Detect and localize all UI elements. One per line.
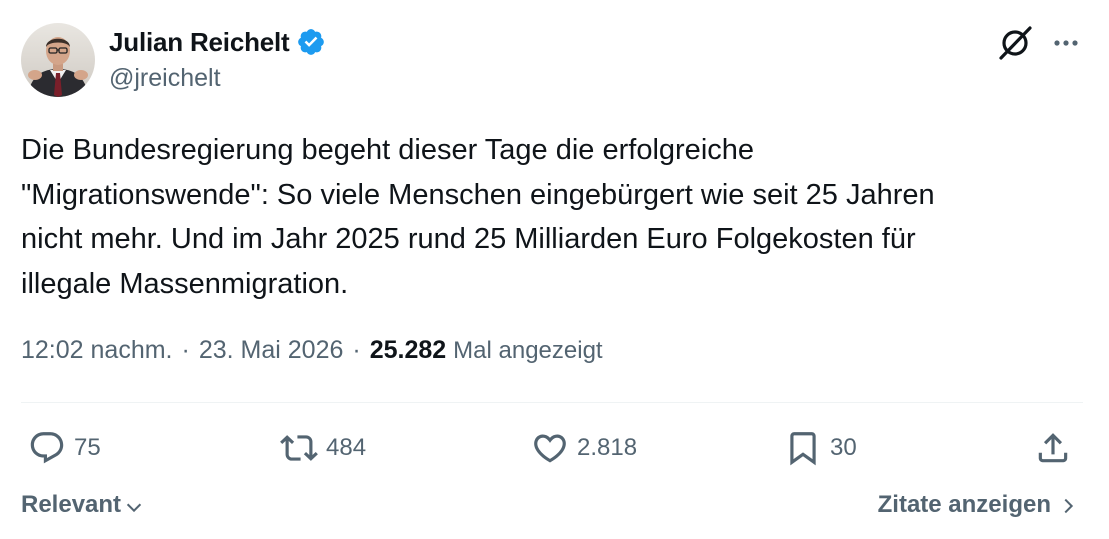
tweet-date[interactable]: 23. Mai 2026 bbox=[199, 336, 344, 365]
like-count: 2.818 bbox=[577, 434, 638, 461]
divider bbox=[21, 402, 1083, 403]
views-count[interactable]: 25.282 bbox=[370, 336, 446, 365]
view-quotes-label: Zitate anzeigen bbox=[877, 491, 1051, 518]
tweet-time[interactable]: 12:02 nachm. bbox=[21, 336, 173, 365]
more-icon[interactable] bbox=[1049, 26, 1083, 60]
bookmark-button[interactable]: 30 bbox=[784, 427, 857, 469]
chevron-right-icon bbox=[1064, 498, 1074, 514]
tweet-text: Die Bundesregierung begeht dieser Tage d… bbox=[21, 134, 935, 300]
repost-icon bbox=[280, 435, 318, 461]
repost-count: 484 bbox=[326, 434, 367, 461]
avatar[interactable] bbox=[21, 23, 95, 97]
sort-label: Relevant bbox=[21, 491, 122, 518]
tweet-meta: 12:02 nachm. · 23. Mai 2026 · 25.282 Mal… bbox=[21, 336, 603, 365]
repost-button[interactable]: 484 bbox=[280, 427, 366, 469]
author-display-name[interactable]: Julian Reichelt bbox=[109, 27, 290, 58]
reply-button[interactable]: 75 bbox=[28, 427, 101, 469]
view-quotes-link[interactable]: Zitate anzeigen bbox=[878, 491, 1079, 519]
meta-separator: · bbox=[181, 336, 190, 364]
share-icon bbox=[1038, 433, 1068, 463]
share-button[interactable] bbox=[1034, 427, 1072, 469]
author-block: Julian Reichelt @jreichelt bbox=[109, 24, 326, 93]
author-handle[interactable]: @jreichelt bbox=[109, 64, 326, 93]
avatar-image bbox=[21, 23, 95, 97]
bookmark-count: 30 bbox=[830, 434, 857, 461]
meta-separator: · bbox=[352, 336, 361, 364]
like-button[interactable]: 2.818 bbox=[531, 427, 637, 469]
sort-dropdown[interactable]: Relevant bbox=[21, 491, 145, 519]
reply-count: 75 bbox=[74, 434, 101, 461]
verified-badge-icon[interactable] bbox=[296, 27, 326, 57]
chevron-down-icon bbox=[126, 503, 142, 513]
heart-icon bbox=[534, 434, 566, 463]
author-name-row: Julian Reichelt bbox=[109, 24, 326, 60]
grok-icon[interactable] bbox=[996, 24, 1034, 62]
views-label[interactable]: Mal angezeigt bbox=[453, 337, 602, 365]
bookmark-icon bbox=[790, 432, 816, 466]
reply-icon bbox=[30, 432, 64, 464]
